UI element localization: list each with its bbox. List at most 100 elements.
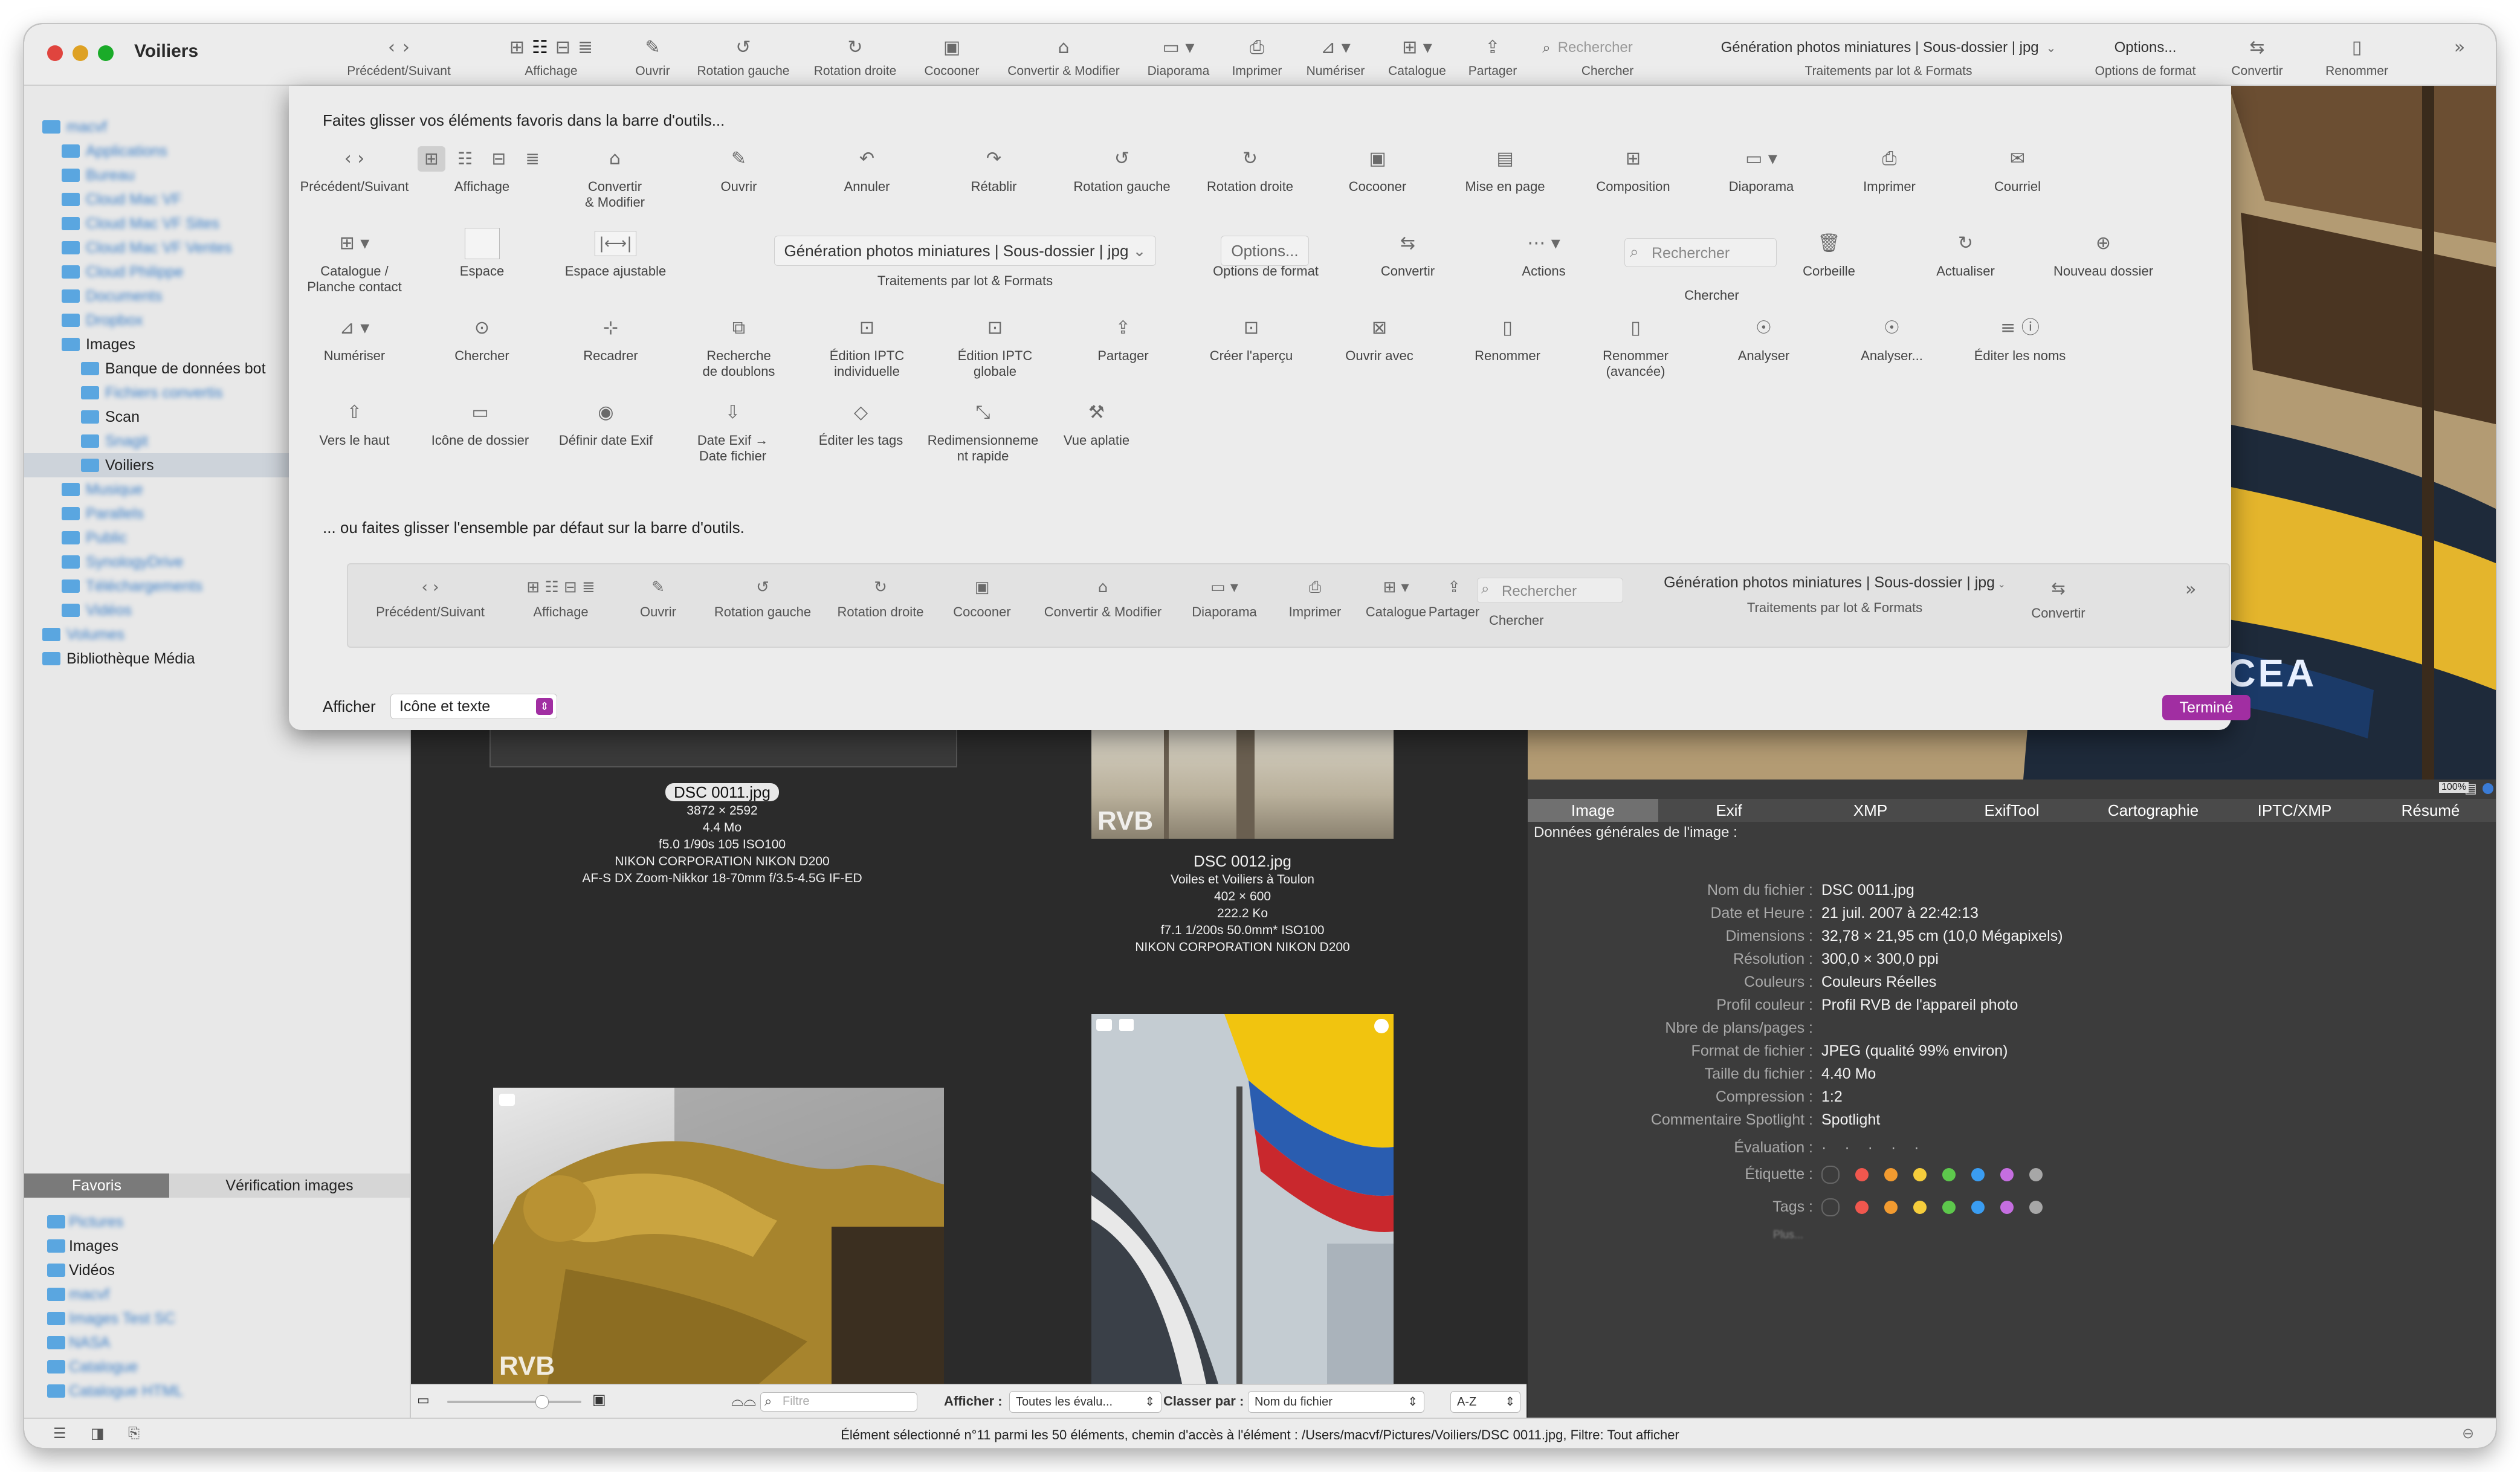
toolbar-slideshow[interactable]: ▭ ▾ Diaporama xyxy=(1136,35,1221,79)
toolbar-overflow[interactable]: » xyxy=(2441,35,2478,60)
zoom-button[interactable] xyxy=(98,45,114,61)
toolbar-view[interactable]: ⊞ ☷ ⊟ ≣ Affichage xyxy=(460,35,642,79)
tag-color-picker[interactable] xyxy=(1821,1195,2058,1218)
close-button[interactable] xyxy=(47,45,63,61)
favorite-item[interactable]: Images xyxy=(24,1234,410,1258)
toolbar-convert-modify[interactable]: ⌂ Convertir & Modifier xyxy=(991,35,1136,79)
tab-iptc-xmp[interactable]: IPTC/XMP xyxy=(2224,799,2365,822)
color-dot[interactable] xyxy=(1942,1168,1956,1182)
tab-exiftool[interactable]: ExifTool xyxy=(1941,799,2082,822)
color-dot[interactable] xyxy=(2000,1201,2014,1215)
rating-filter-popup[interactable]: Toutes les évalu... ⇕ xyxy=(1009,1391,1161,1413)
favorite-item[interactable]: Catalogue xyxy=(24,1355,410,1379)
palette-item-flatten[interactable]: ⚒ Vue aplatie xyxy=(1032,398,1161,448)
default-toolbar-set[interactable]: ‹ › Précédent/Suivant ⊞ ☷ ⊟ ≣ Affichage ✎ Ouv… xyxy=(347,563,2230,648)
toolbar-prev-next[interactable]: ‹ › Précédent/Suivant xyxy=(332,35,465,79)
palette-item-refresh[interactable]: ↻ Actualiser xyxy=(1901,228,2030,279)
favorite-item[interactable]: NASA xyxy=(24,1331,410,1355)
palette-item-iptc2[interactable]: ⊡ Édition IPTC globale xyxy=(931,313,1059,379)
palette-item-newfolder[interactable]: ⊕ Nouveau dossier xyxy=(2039,228,2168,279)
no-color-icon[interactable] xyxy=(1821,1166,1840,1184)
palette-options-item[interactable]: Options... xyxy=(1213,236,1316,266)
thumbnail-figurehead[interactable]: RVB xyxy=(493,1088,944,1384)
thumbnail-dsc0012[interactable]: RVB xyxy=(1091,730,1394,839)
favorite-item[interactable]: macvf xyxy=(24,1282,410,1306)
color-dot[interactable] xyxy=(2029,1201,2043,1215)
palette-batch-popup[interactable]: Génération photos miniatures | Sous-doss… xyxy=(774,236,1157,266)
palette-item-crop[interactable]: ⊹ Recadrer xyxy=(546,313,675,364)
palette-options-button[interactable]: Options... xyxy=(1221,236,1309,266)
palette-item-redo[interactable]: ↷ Rétablir xyxy=(929,144,1058,195)
palette-item-slide[interactable]: ▭ ▾ Diaporama xyxy=(1697,144,1826,195)
favorite-item[interactable]: Pictures xyxy=(24,1210,410,1234)
palette-item-up[interactable]: ⇧ Vers le haut xyxy=(290,398,419,448)
tab-image-check[interactable]: Vérification images xyxy=(169,1173,410,1198)
toolbar-convert[interactable]: ⇆ Convertir xyxy=(2218,35,2296,79)
color-dot[interactable] xyxy=(2029,1168,2043,1182)
color-dot[interactable] xyxy=(2000,1168,2014,1182)
color-dot[interactable] xyxy=(1942,1201,1956,1215)
toolbar-open[interactable]: ✎ Ouvrir xyxy=(616,35,689,79)
tab-map[interactable]: Cartographie xyxy=(2082,799,2224,822)
more-button[interactable]: Plus... xyxy=(1773,1227,1821,1242)
minimize-button[interactable] xyxy=(73,45,88,61)
palette-item-iptc1[interactable]: ⊡ Édition IPTC individuelle xyxy=(803,313,931,379)
details-view-icon[interactable]: ≣ xyxy=(578,36,593,60)
palette-item-rotr[interactable]: ↻ Rotation droite xyxy=(1186,144,1314,195)
toolbar-catalog[interactable]: ⊞ ▾ Catalogue xyxy=(1378,35,1456,79)
file-name[interactable]: DSC 0011.jpg xyxy=(665,783,779,801)
palette-item-view[interactable]: ⊞ ☷ ⊟ ≣ Affichage xyxy=(418,144,546,195)
no-color-icon[interactable] xyxy=(1821,1198,1840,1217)
palette-item-cocoon[interactable]: ▣ Cocooner xyxy=(1313,144,1442,195)
small-thumb-icon[interactable]: ▭ xyxy=(417,1392,430,1408)
palette-item-mail[interactable]: ✉ Courriel xyxy=(1953,144,2082,195)
done-button[interactable]: Terminé xyxy=(2162,695,2250,720)
grid-view-icon[interactable]: ⊞ xyxy=(509,36,525,60)
display-mode-popup[interactable]: Icône et texte ⇕ xyxy=(390,694,557,719)
palette-item-download[interactable]: ⇩ Date Exif → Date fichier xyxy=(668,398,797,464)
chevron-left-icon[interactable]: ‹ xyxy=(388,36,395,60)
toolbar-batch[interactable]: Génération photos miniatures | Sous-doss… xyxy=(1692,35,2085,79)
histogram-icon[interactable]: ▤ xyxy=(2464,781,2477,796)
color-dot[interactable] xyxy=(1913,1168,1927,1182)
palette-item-bulb2[interactable]: ☉ Analyser... xyxy=(1827,313,1956,364)
toolbar-cocoon[interactable]: ▣ Cocooner xyxy=(913,35,991,79)
palette-item-find[interactable]: ⊙ Chercher xyxy=(418,313,546,364)
palette-item-convert2[interactable]: ⇆ Convertir xyxy=(1343,228,1472,279)
tab-exif[interactable]: Exif xyxy=(1658,799,1800,822)
thumbnail-hull-flag[interactable] xyxy=(1091,1014,1394,1384)
palette-item-rename[interactable]: ▯ Renommer xyxy=(1443,313,1572,364)
palette-item-compo[interactable]: ⊞ Composition xyxy=(1569,144,1698,195)
list-view-icon[interactable]: ☷ xyxy=(532,36,548,60)
batch-popup[interactable]: Génération photos miniatures | Sous-doss… xyxy=(1721,36,2039,60)
toolbar-scan[interactable]: ⊿ ▾ Numériser xyxy=(1293,35,1378,79)
filmstrip-icon[interactable]: ⊟ xyxy=(555,36,570,60)
palette-item-space[interactable]: Espace xyxy=(418,228,546,279)
filter-field[interactable]: ⌕ Filtre xyxy=(760,1392,917,1412)
slider-thumb[interactable] xyxy=(535,1395,549,1409)
color-dot[interactable] xyxy=(1855,1168,1869,1182)
palette-item-catalog[interactable]: ⊞ ▾ Catalogue / Planche contact xyxy=(290,228,419,295)
palette-item-camera[interactable]: ◉ Définir date Exif xyxy=(541,398,670,448)
palette-item-preview[interactable]: ⊡ Créer l'aperçu xyxy=(1187,313,1316,364)
palette-item-foldericon[interactable]: ▭ Icône de dossier xyxy=(416,398,544,448)
chevron-right-icon[interactable]: › xyxy=(402,36,410,60)
palette-item-bulb[interactable]: ☉ Analyser xyxy=(1699,313,1828,364)
toolbar-options[interactable]: Options... Options de format xyxy=(2085,35,2206,79)
sort-order-popup[interactable]: A-Z ⇕ xyxy=(1450,1391,1520,1413)
palette-item-actions[interactable]: ⋯ ▾ Actions xyxy=(1479,228,1608,279)
toolbar-rename[interactable]: ▯ Renommer xyxy=(2315,35,2399,79)
tab-summary[interactable]: Résumé xyxy=(2365,799,2496,822)
sort-popup[interactable]: Nom du fichier ⇕ xyxy=(1248,1391,1424,1413)
options-button[interactable]: Options... xyxy=(2115,36,2177,60)
large-thumb-icon[interactable]: ▣ xyxy=(592,1391,606,1409)
palette-item-convert[interactable]: ⌂ Convertir & Modifier xyxy=(551,144,679,210)
palette-item-openwith[interactable]: ⊠ Ouvrir avec xyxy=(1315,313,1444,364)
favorite-item[interactable]: Vidéos xyxy=(24,1258,410,1282)
tab-favorites[interactable]: Favoris xyxy=(24,1173,169,1198)
glasses-icon[interactable]: ⌓⌓ xyxy=(731,1391,756,1410)
toolbar-share[interactable]: ⇪ Partager xyxy=(1456,35,1529,79)
toolbar-rotate-left[interactable]: ↺ Rotation gauche xyxy=(683,35,804,79)
palette-item-share[interactable]: ⇪ Partager xyxy=(1059,313,1187,364)
thumb-size-slider[interactable] xyxy=(447,1395,581,1409)
